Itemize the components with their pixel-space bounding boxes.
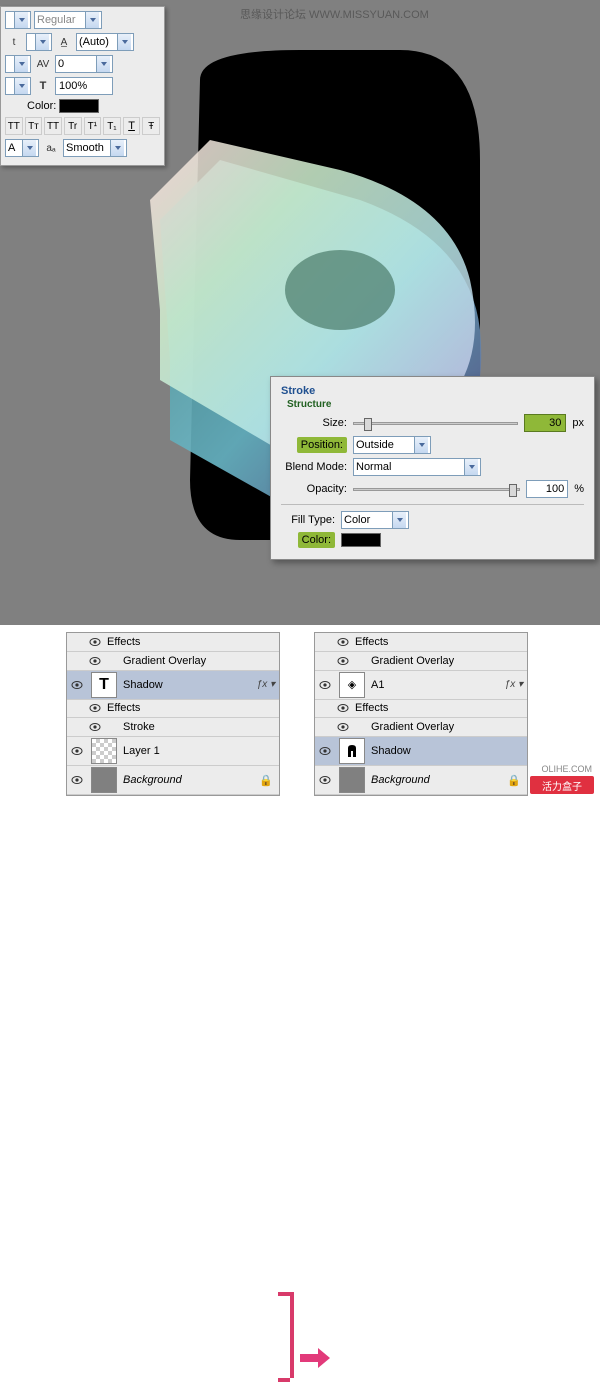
stroke-color-label: Color: (298, 532, 335, 548)
watermark-text: 思缘设计论坛 WWW.MISSYUAN.COM (240, 6, 429, 22)
visibility-toggle[interactable] (85, 657, 105, 665)
allcaps-button[interactable]: TT (44, 117, 62, 135)
underline-button[interactable]: T (123, 117, 141, 135)
lock-icon: 🔒 (507, 774, 521, 787)
size-input[interactable]: 30 (524, 414, 566, 432)
opacity-unit: % (574, 483, 584, 495)
layer-thumbnail-icon (91, 738, 117, 764)
kerning-select[interactable] (5, 55, 31, 73)
layer-shadow-right[interactable]: Shadow (315, 737, 527, 766)
visibility-toggle[interactable] (85, 638, 105, 646)
text-color-swatch[interactable] (59, 99, 99, 113)
blend-select[interactable]: Normal (353, 458, 481, 476)
visibility-toggle[interactable] (85, 704, 105, 712)
stroke-dialog: Stroke Structure Size: 30 px Position: O… (270, 376, 595, 560)
canvas-area: 思缘设计论坛 WWW.MISSYUAN.COM Regular t (0, 0, 600, 625)
filltype-label: Fill Type: (281, 514, 335, 526)
stroke-title: Stroke (281, 385, 584, 397)
position-label: Position: (297, 437, 347, 453)
opacity-label: Opacity: (281, 483, 347, 495)
leading-a-icon: A̲ (55, 34, 73, 50)
layer-background[interactable]: Background🔒 (67, 766, 279, 795)
opacity-input[interactable]: 100 (526, 480, 568, 498)
layers-panel-left: Effects Gradient Overlay TShadowƒx ▾ Eff… (66, 632, 280, 796)
font-size-select[interactable] (5, 11, 31, 29)
subscript-button[interactable]: T₁ (103, 117, 121, 135)
visibility-toggle[interactable] (333, 704, 353, 712)
leading-select[interactable]: (Auto) (76, 33, 134, 51)
opacity-slider[interactable] (353, 488, 520, 491)
layer-shadow[interactable]: TShadowƒx ▾ (67, 671, 279, 700)
size-label: Size: (281, 417, 347, 429)
size-dropdown[interactable] (26, 33, 52, 51)
tracking-icon: AV (34, 56, 52, 72)
smallcaps-button[interactable]: Tr (64, 117, 82, 135)
layer-background-right[interactable]: Background🔒 (315, 766, 527, 795)
scale-icon: T (34, 78, 52, 94)
layer-layer1[interactable]: Layer 1 (67, 737, 279, 766)
layer-thumbnail-icon (339, 767, 365, 793)
character-panel: Regular t A̲ (Auto) AV 0 T 100% Color: T… (0, 6, 165, 166)
lock-icon: 🔒 (259, 774, 273, 787)
effects-label: Effects (105, 636, 279, 648)
font-style-select[interactable]: Regular (34, 11, 102, 29)
strikethrough-button[interactable]: Ŧ (142, 117, 160, 135)
structure-label: Structure (287, 399, 584, 410)
smart-object-thumbnail-icon: ◈ (339, 672, 365, 698)
aa-label: aₐ (42, 140, 60, 156)
layers-panel-right: Effects Gradient Overlay ◈A1ƒx ▾ Effects… (314, 632, 528, 796)
sublogo-text: OLIHE.COM (541, 764, 592, 774)
tracking-select[interactable]: 0 (55, 55, 113, 73)
type-layer-icon: T (91, 672, 117, 698)
faux-italic-button[interactable]: Tᴛ (25, 117, 43, 135)
logo-badge: 活力盒子 (530, 776, 594, 794)
vscale-select[interactable] (5, 77, 31, 95)
layer-thumbnail-icon (339, 738, 365, 764)
faux-bold-button[interactable]: TT (5, 117, 23, 135)
stroke-color-swatch[interactable] (341, 533, 381, 547)
lang-select[interactable]: A (5, 139, 39, 157)
filltype-select[interactable]: Color (341, 511, 409, 529)
superscript-button[interactable]: T¹ (84, 117, 102, 135)
leading-icon: t (5, 34, 23, 50)
layers-strip: Effects Gradient Overlay TShadowƒx ▾ Eff… (0, 628, 600, 800)
grad-overlay-label: Gradient Overlay (105, 655, 279, 667)
position-select[interactable]: Outside (353, 436, 431, 454)
visibility-toggle[interactable] (333, 723, 353, 731)
blend-label: Blend Mode: (281, 461, 347, 473)
antialias-select[interactable]: Smooth (63, 139, 127, 157)
visibility-toggle[interactable] (333, 638, 353, 646)
visibility-toggle[interactable] (333, 657, 353, 665)
size-unit: px (572, 417, 584, 429)
bracket-icon (278, 1292, 318, 1382)
layer-thumbnail-icon (91, 767, 117, 793)
size-slider[interactable] (353, 422, 518, 425)
color-label: Color: (27, 100, 56, 112)
visibility-toggle[interactable] (85, 723, 105, 731)
layer-a1[interactable]: ◈A1ƒx ▾ (315, 671, 527, 700)
hscale-input[interactable]: 100% (55, 77, 113, 95)
